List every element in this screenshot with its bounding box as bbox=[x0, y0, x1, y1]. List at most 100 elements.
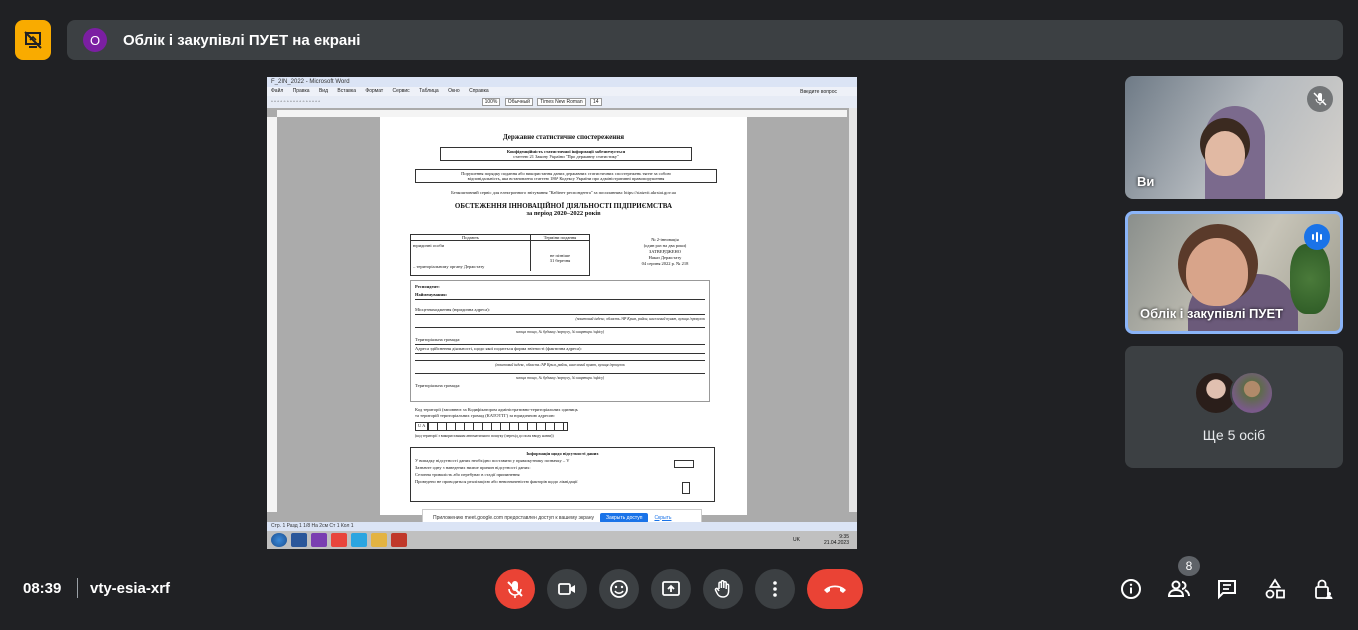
participant-tile-speaking[interactable]: Облік і закупівлі ПУЕТ bbox=[1125, 211, 1343, 334]
code-prefix: U A bbox=[415, 422, 429, 431]
table-header: Терміни подання bbox=[543, 235, 577, 240]
doc-katottg: Код території (заповнює за Кодифікатором… bbox=[415, 407, 715, 439]
menu-item: Окно bbox=[448, 88, 460, 94]
folder-icon bbox=[371, 533, 387, 547]
doc-text: Проведено не проводиться реалізацією або… bbox=[415, 479, 578, 484]
word-toolbar: ▫ ▫ ▫ ▫ ▫ ▫ ▫ ▫ ▫ ▫ ▫ ▫ ▫ ▫ ▫ ▫ 100% Обы… bbox=[267, 96, 857, 108]
doc-hint: площа тощо, № будинку /корпусу, № кварти… bbox=[415, 327, 705, 336]
info-icon bbox=[1121, 579, 1141, 599]
more-options-button[interactable] bbox=[755, 569, 795, 609]
lock-person-icon bbox=[1315, 579, 1333, 599]
doc-submit-table: Подають Терміни подання юридичні особи –… bbox=[410, 234, 590, 276]
viber-icon bbox=[311, 533, 327, 547]
doc-text: 04 серпня 2022 р. № 218 bbox=[641, 261, 689, 266]
shared-screen: F_2IN_2022 - Microsoft Word Файл Правка … bbox=[267, 77, 857, 549]
people-icon bbox=[1167, 580, 1190, 597]
more-vert-icon bbox=[773, 581, 777, 597]
font-size-combo: 14 bbox=[590, 98, 602, 106]
menu-item: Формат bbox=[365, 88, 384, 94]
menu-item: Таблица bbox=[419, 88, 439, 94]
meeting-clock: 08:39 bbox=[23, 580, 62, 597]
doc-text: Територіальна громада: bbox=[415, 336, 705, 345]
present-now-button[interactable] bbox=[651, 569, 691, 609]
doc-text: Найменування: bbox=[415, 291, 705, 300]
doc-hint: (код території з використанням автоматич… bbox=[415, 434, 554, 438]
doc-text: У випадку відсутності даних необхідно по… bbox=[415, 458, 570, 463]
windows-taskbar: UK 9:35 21.04.2023 bbox=[267, 531, 857, 549]
participant-name: Облік і закупівлі ПУЕТ bbox=[1140, 306, 1284, 321]
zoom-combo: 100% bbox=[481, 98, 501, 106]
word-menu-bar: Файл Правка Вид Вставка Формат Сервис Та… bbox=[267, 87, 857, 96]
doc-absent-block: Інформація щодо відсутності даних У випа… bbox=[410, 447, 715, 502]
speaking-indicator bbox=[1304, 224, 1330, 250]
more-participants-label: Ще 5 осіб bbox=[1202, 427, 1266, 443]
menu-item: Вид bbox=[318, 88, 329, 94]
microphone-toggle-button[interactable] bbox=[495, 569, 535, 609]
doc-text: Зазначте одну з наведених нижче причин в… bbox=[415, 465, 531, 470]
doc-text: Сезонна тривалість або перебуває в стаді… bbox=[415, 472, 520, 477]
system-date: 21.04.2023 bbox=[823, 540, 849, 546]
participant-tile-self[interactable]: Ви bbox=[1125, 76, 1343, 199]
participant-avatars bbox=[1194, 371, 1274, 415]
menu-item: Файл bbox=[271, 88, 284, 94]
audio-level-icon bbox=[1312, 232, 1322, 242]
doc-text: статтею 21 Закону України "Про державну … bbox=[513, 154, 619, 159]
stop-sharing-button[interactable]: Закрыть доступ bbox=[600, 512, 649, 523]
doc-text: Місцезнаходження (юридична адреса): bbox=[415, 306, 705, 315]
menu-item: Справка bbox=[469, 88, 489, 94]
table-header: Подають bbox=[411, 235, 531, 240]
doc-text: Адреса здійснення діяльності, щодо якої … bbox=[415, 345, 705, 354]
avatar bbox=[1230, 371, 1274, 415]
hide-notification-link[interactable]: Скрыть bbox=[654, 515, 671, 521]
doc-text: відповідальність, яка встановлена статте… bbox=[467, 176, 665, 181]
table-cell: 31 березня bbox=[549, 258, 571, 263]
present-off-icon bbox=[24, 31, 42, 49]
phone-hangup-icon bbox=[824, 585, 846, 593]
participant-face bbox=[1186, 238, 1248, 306]
word-title-bar: F_2IN_2022 - Microsoft Word bbox=[267, 77, 857, 87]
document-page: Державне статистичне спостереження Конфі… bbox=[380, 117, 747, 515]
start-icon bbox=[271, 533, 287, 547]
word-scrollbar bbox=[849, 108, 857, 512]
people-button[interactable] bbox=[1165, 575, 1193, 603]
video-camera-icon bbox=[558, 583, 575, 595]
presentation-toggle-button[interactable] bbox=[15, 20, 51, 60]
more-participants-tile[interactable]: Ще 5 осіб bbox=[1125, 346, 1343, 468]
chat-button[interactable] bbox=[1213, 575, 1241, 603]
emoji-icon bbox=[610, 580, 628, 598]
leave-call-button[interactable] bbox=[807, 569, 863, 609]
doc-confidentiality: Конфіденційність статистичної інформації… bbox=[440, 147, 692, 161]
doc-text: та територій територіальних громад (КАТО… bbox=[415, 413, 555, 418]
doc-hint: (поштовий індекс, область /АР Крим, райо… bbox=[575, 317, 705, 321]
participant-face bbox=[1205, 131, 1245, 176]
code-cells bbox=[428, 422, 569, 431]
font-combo: Times New Roman bbox=[537, 98, 586, 106]
raise-hand-button[interactable] bbox=[703, 569, 743, 609]
divider bbox=[77, 578, 78, 598]
word-search-box: Введите вопрос bbox=[800, 89, 837, 95]
system-clock: 9:35 21.04.2023 bbox=[824, 534, 857, 546]
doc-online-note: Безкоштовний сервіс для електронного зві… bbox=[451, 190, 676, 195]
mic-off-icon bbox=[507, 581, 523, 598]
mic-off-icon bbox=[1313, 92, 1327, 106]
menu-item: Сервис bbox=[392, 88, 410, 94]
menu-item: Правка bbox=[292, 88, 310, 94]
table-cell: – територіальному органу Держстату bbox=[413, 264, 485, 269]
presentation-banner: О Облік і закупівлі ПУЕТ на екрані bbox=[67, 20, 1343, 60]
camera-toggle-button[interactable] bbox=[547, 569, 587, 609]
participant-count-badge: 8 bbox=[1178, 556, 1200, 576]
chrome-icon bbox=[331, 533, 347, 547]
app-icon bbox=[391, 533, 407, 547]
participant-name: Ви bbox=[1137, 174, 1155, 189]
activities-button[interactable] bbox=[1261, 575, 1289, 603]
reactions-button[interactable] bbox=[599, 569, 639, 609]
doc-checkbox bbox=[682, 482, 690, 494]
plant bbox=[1290, 244, 1330, 314]
telegram-icon bbox=[351, 533, 367, 547]
meeting-details-button[interactable] bbox=[1117, 575, 1145, 603]
meeting-code: vty-esia-xrf bbox=[90, 580, 171, 597]
doc-form-info: № 2-інновація (один раз на два роки) ЗАТ… bbox=[615, 237, 715, 267]
host-controls-button[interactable] bbox=[1309, 575, 1337, 603]
doc-hint: (поштовий індекс, область /АР Крим, райо… bbox=[415, 360, 705, 369]
horizontal-ruler bbox=[277, 110, 847, 117]
